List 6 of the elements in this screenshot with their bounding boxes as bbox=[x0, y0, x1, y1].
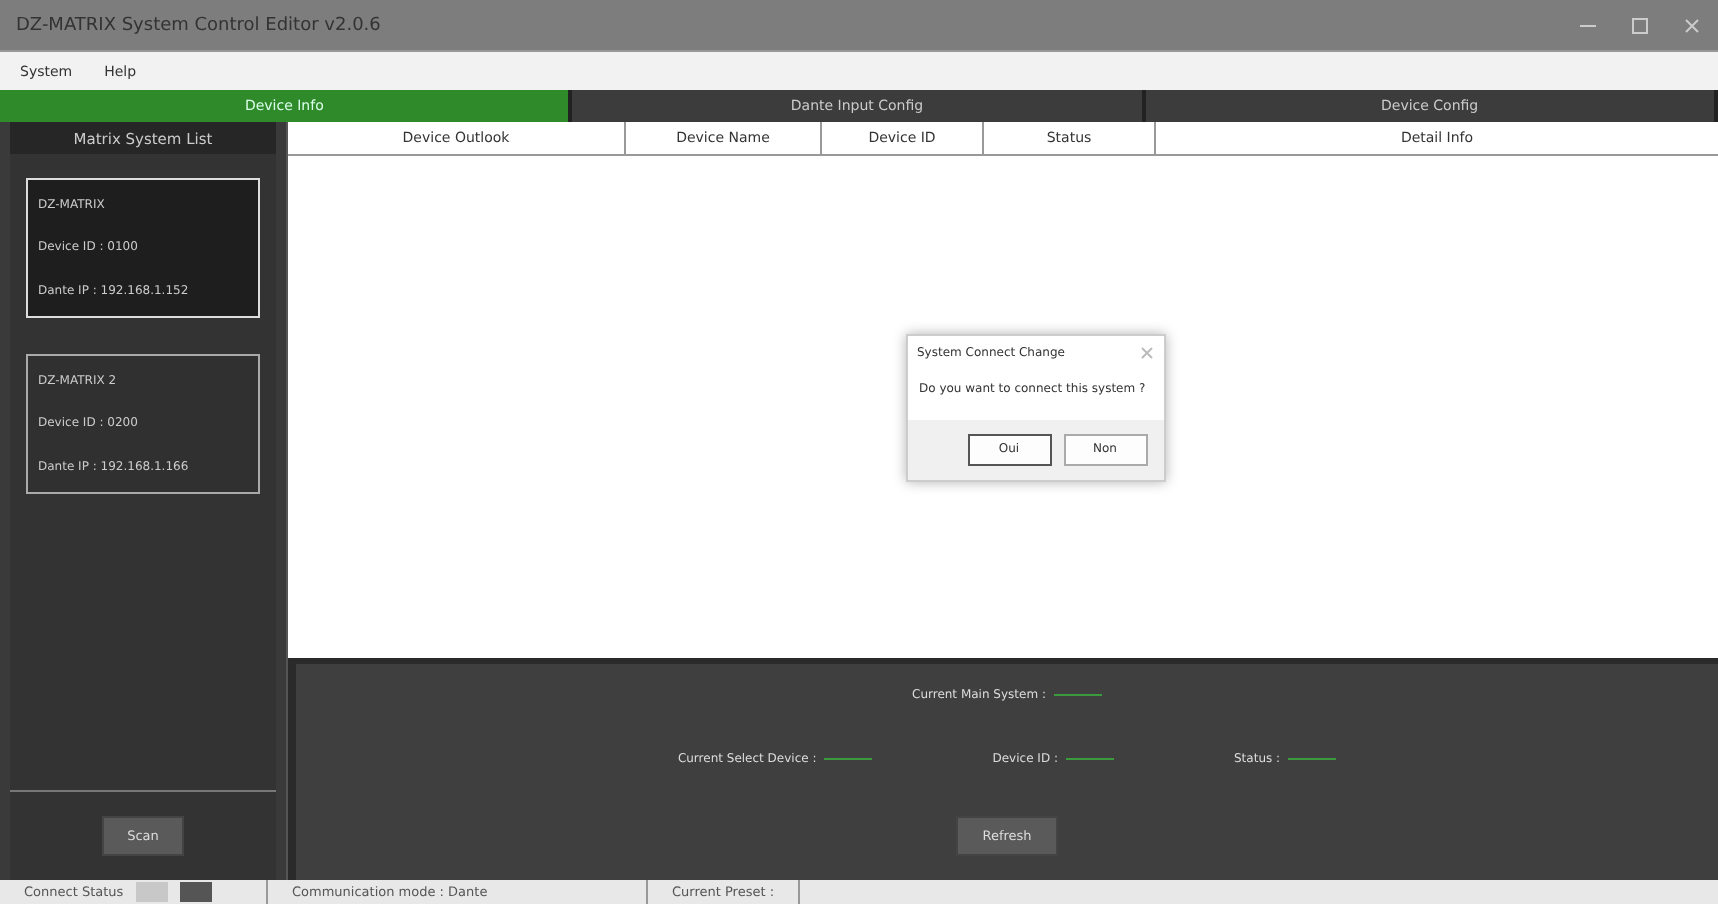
close-icon[interactable] bbox=[1682, 15, 1702, 35]
maximize-icon[interactable] bbox=[1630, 15, 1650, 35]
status-indicator bbox=[135, 882, 168, 902]
status-indicator bbox=[179, 882, 212, 902]
window-title: DZ-MATRIX System Control Editor v2.0.6 bbox=[16, 15, 381, 35]
close-icon[interactable] bbox=[1139, 345, 1153, 359]
